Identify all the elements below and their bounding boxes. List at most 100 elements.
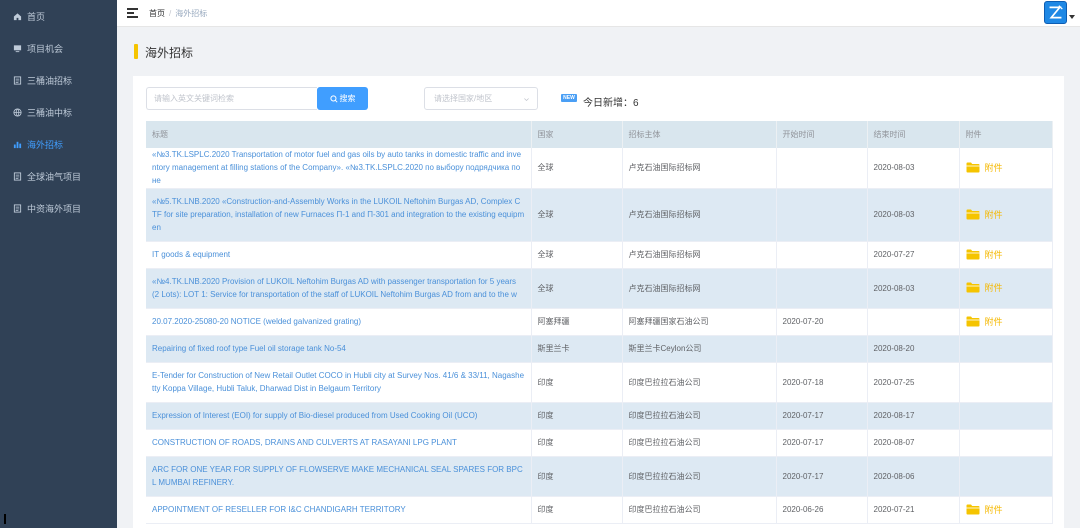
table-row: CONSTRUCTION OF ROADS, DRAINS AND CULVER… [146, 429, 1053, 457]
sidebar-item-2[interactable]: 三桶油招标 [0, 64, 117, 96]
end-date-cell [867, 308, 960, 336]
sidebar-item-label: 海外招标 [27, 139, 64, 150]
attachment-link[interactable]: 附件 [966, 208, 1003, 221]
end-date-cell: 2020-08-03 [867, 268, 960, 309]
tender-title-cell: E-Tender for Construction of New Retail … [146, 362, 532, 403]
attachment-link[interactable]: 附件 [966, 281, 1003, 294]
tender-title-cell: «№4.TK.LNB.2020 Provision of LUKOIL Neft… [146, 268, 532, 309]
today-new-count: 今日新增：6 [583, 98, 639, 109]
tender-title-link[interactable]: E-Tender for Construction of New Retail … [152, 371, 524, 393]
sidebar-item-3[interactable]: 三桶油中标 [0, 96, 117, 128]
country-cell: 印度 [531, 456, 623, 497]
chevron-down-icon [524, 98, 529, 102]
start-date-cell [776, 335, 868, 363]
end-date-cell: 2020-08-17 [867, 402, 960, 430]
new-badge: NEW [561, 94, 577, 102]
hamburger-menu-icon[interactable] [127, 8, 138, 18]
end-date-cell: 2020-08-03 [867, 148, 960, 189]
attachment-cell [959, 402, 1053, 430]
sidebar-item-label: 全球油气项目 [27, 171, 82, 182]
attachment-label: 附件 [984, 162, 1003, 173]
column-header-title: 标题 [146, 121, 532, 148]
start-date-cell [776, 148, 868, 189]
attachment-link[interactable]: 附件 [966, 161, 1003, 174]
search-button[interactable]: 搜索 [317, 87, 368, 110]
country-cell: 全球 [531, 241, 623, 269]
end-date-cell: 2020-07-27 [867, 241, 960, 269]
folder-icon [966, 282, 979, 293]
attachment-cell: 附件 [959, 308, 1053, 336]
country-cell: 斯里兰卡 [531, 335, 623, 363]
start-date-cell: 2020-07-20 [776, 308, 868, 336]
folder-icon [966, 316, 979, 326]
country-cell: 印度 [531, 496, 623, 524]
tender-title-link[interactable]: Expression of Interest (EOI) for supply … [152, 411, 477, 420]
user-avatar-icon [1049, 5, 1063, 19]
table-header-row: 标题 国家 招标主体 开始时间 结束时间 附件 [146, 121, 1053, 148]
attachment-label: 附件 [984, 504, 1003, 515]
tender-title-cell: Repairing of fixed roof type Fuel oil st… [146, 335, 532, 363]
globe-icon [12, 107, 22, 117]
sidebar-item-4[interactable]: 海外招标 [0, 128, 117, 160]
sidebar: 首页项目机会三桶油招标三桶油中标海外招标全球油气项目中资海外项目 [0, 0, 117, 528]
attachment-label: 附件 [984, 249, 1003, 260]
sidebar-item-label: 三桶油招标 [27, 75, 73, 86]
end-date-cell: 2020-08-20 [867, 335, 960, 363]
avatar-dropdown-icon[interactable] [1069, 15, 1075, 19]
table-row: Expression of Interest (EOI) for supply … [146, 402, 1053, 430]
tender-title-link[interactable]: «№3.TK.LSPLC.2020 Transportation of moto… [152, 150, 521, 185]
search-button-label: 搜索 [339, 94, 356, 103]
start-date-cell: 2020-07-18 [776, 362, 868, 403]
avatar[interactable] [1044, 1, 1067, 24]
sidebar-item-6[interactable]: 中资海外项目 [0, 192, 117, 224]
tender-title-link[interactable]: CONSTRUCTION OF ROADS, DRAINS AND CULVER… [152, 438, 457, 447]
sidebar-item-0[interactable]: 首页 [0, 0, 117, 32]
start-date-cell: 2020-06-26 [776, 496, 868, 524]
attachment-cell [959, 335, 1053, 363]
page-header: 海外招标 [117, 26, 1080, 76]
country-cell: 印度 [531, 402, 623, 430]
org-cell: 印度巴拉拉石油公司 [622, 429, 777, 457]
org-cell: 阿塞拜疆国家石油公司 [622, 308, 777, 336]
sidebar-item-5[interactable]: 全球油气项目 [0, 160, 117, 192]
org-cell: 印度巴拉拉石油公司 [622, 496, 777, 524]
breadcrumb-home[interactable]: 首页 [149, 9, 165, 18]
tender-title-link[interactable]: IT goods & equipment [152, 250, 230, 259]
country-select[interactable]: 请选择国家/地区 [424, 87, 538, 110]
country-cell: 印度 [531, 429, 623, 457]
home-icon [12, 11, 22, 21]
attachment-label: 附件 [984, 316, 1003, 327]
column-header-org: 招标主体 [622, 121, 777, 148]
sidebar-item-1[interactable]: 项目机会 [0, 32, 117, 64]
document-icon [12, 203, 22, 213]
tender-title-link[interactable]: APPOINTMENT OF RESELLER FOR I&C CHANDIGA… [152, 505, 406, 514]
tender-title-link[interactable]: «№5.TK.LNB.2020 «Construction-and-Assemb… [152, 197, 524, 232]
tender-title-cell: Expression of Interest (EOI) for supply … [146, 402, 532, 430]
end-date-cell: 2020-08-06 [867, 456, 960, 497]
attachment-cell: 附件 [959, 241, 1053, 269]
table-row: «№3.TK.LSPLC.2020 Transportation of moto… [146, 148, 1053, 189]
start-date-cell [776, 268, 868, 309]
tender-title-link[interactable]: Repairing of fixed roof type Fuel oil st… [152, 344, 346, 353]
attachment-cell [959, 362, 1053, 403]
tender-title-link[interactable]: 20.07.2020-25080-20 NOTICE (welded galva… [152, 317, 361, 326]
attachment-link[interactable]: 附件 [966, 315, 1003, 328]
monitor-icon [12, 43, 22, 53]
attachment-link[interactable]: 附件 [966, 248, 1003, 261]
sidebar-item-label: 首页 [27, 11, 46, 22]
country-cell: 全球 [531, 268, 623, 309]
start-date-cell: 2020-07-17 [776, 456, 868, 497]
attachment-label: 附件 [984, 209, 1003, 220]
country-cell: 阿塞拜疆 [531, 308, 623, 336]
tender-title-link[interactable]: ARC FOR ONE YEAR FOR SUPPLY OF FLOWSERVE… [152, 465, 523, 487]
org-cell: 卢克石油国际招标网 [622, 241, 777, 269]
search-input[interactable] [146, 87, 317, 110]
tender-title-cell: 20.07.2020-25080-20 NOTICE (welded galva… [146, 308, 532, 336]
page-title: 海外招标 [145, 46, 194, 60]
sidebar-bottom-marker [4, 514, 6, 524]
attachment-link[interactable]: 附件 [966, 503, 1003, 516]
tender-title-link[interactable]: «№4.TK.LNB.2020 Provision of LUKOIL Neft… [152, 277, 517, 299]
org-cell: 印度巴拉拉石油公司 [622, 456, 777, 497]
breadcrumb-separator: / [169, 8, 172, 18]
top-navbar: 首页 / 海外招标 [117, 0, 1080, 26]
